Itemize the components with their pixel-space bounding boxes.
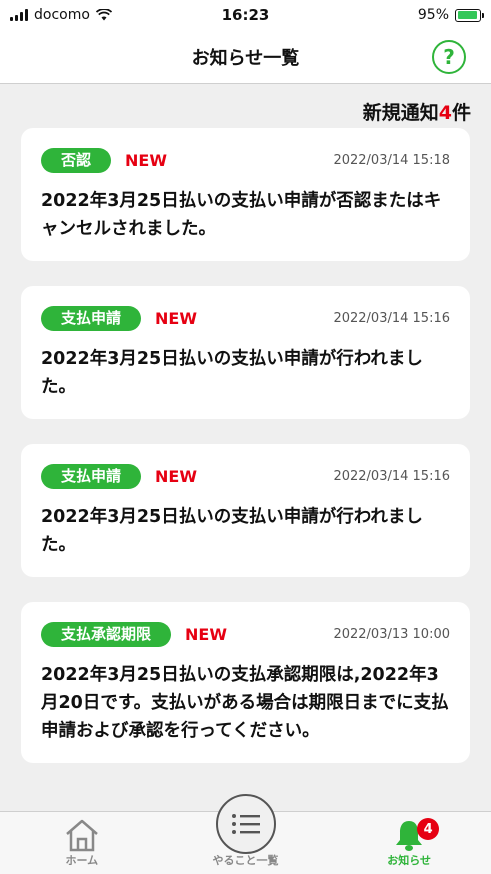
- new-count-suffix: 件: [451, 102, 471, 124]
- notification-card[interactable]: 支払申請 NEW 2022/03/14 15:16 2022年3月25日払いの支…: [21, 444, 470, 577]
- new-count-prefix: 新規通知: [362, 102, 439, 124]
- notification-header: 支払申請 NEW 2022/03/14 15:16: [41, 464, 450, 489]
- clock: 16:23: [221, 6, 270, 24]
- timestamp: 2022/03/13 10:00: [333, 627, 450, 642]
- timestamp: 2022/03/14 15:16: [333, 469, 450, 484]
- tab-bar: ホーム やること一覧 4 お知らせ: [0, 794, 491, 874]
- tab-notices-label: お知らせ: [387, 854, 432, 867]
- notification-header: 支払申請 NEW 2022/03/14 15:16: [41, 306, 450, 331]
- notification-message: 2022年3月25日払いの支払い申請が行われました。: [41, 507, 423, 555]
- new-label: NEW: [125, 151, 167, 170]
- new-count-number: 4: [438, 102, 452, 124]
- status-bar: docomo 16:23 95%: [0, 0, 491, 30]
- new-label: NEW: [155, 309, 197, 328]
- tab-home-label: ホーム: [65, 854, 99, 867]
- tab-home[interactable]: ホーム: [0, 812, 164, 874]
- new-label: NEW: [185, 625, 227, 644]
- wifi-icon: [95, 9, 112, 21]
- category-badge: 否認: [41, 148, 112, 173]
- home-icon: [66, 819, 98, 852]
- list-icon: [231, 814, 260, 834]
- timestamp: 2022/03/14 15:16: [333, 311, 450, 326]
- category-badge: 支払申請: [41, 464, 142, 489]
- notification-message: 2022年3月25日払いの支払い申請が否認またはキャンセルされました。: [41, 191, 442, 239]
- notification-count-badge: 4: [417, 818, 440, 840]
- new-count-line: 新規通知4件: [0, 84, 491, 128]
- help-button[interactable]: ?: [432, 40, 466, 74]
- category-badge: 支払申請: [41, 306, 142, 331]
- notification-message: 2022年3月25日払いの支払承認期限は,2022年3月20日です。支払いがある…: [41, 665, 449, 741]
- status-right: 95%: [331, 7, 484, 23]
- help-icon: ?: [443, 45, 455, 69]
- new-label: NEW: [155, 467, 197, 486]
- notification-header: 否認 NEW 2022/03/14 15:18: [41, 148, 450, 173]
- signal-icon: [10, 9, 28, 21]
- status-left: docomo: [10, 7, 160, 23]
- notification-card[interactable]: 否認 NEW 2022/03/14 15:18 2022年3月25日払いの支払い…: [21, 128, 470, 261]
- notification-card[interactable]: 支払承認期限 NEW 2022/03/13 10:00 2022年3月25日払い…: [21, 602, 470, 763]
- timestamp: 2022/03/14 15:18: [333, 153, 450, 168]
- header: お知らせ一覧 ?: [0, 30, 491, 84]
- battery-icon: [455, 8, 484, 22]
- tab-notices[interactable]: 4 お知らせ: [327, 812, 491, 874]
- battery-percent: 95%: [417, 7, 449, 23]
- todo-list-button[interactable]: [215, 794, 276, 854]
- carrier-label: docomo: [34, 7, 90, 23]
- notification-message: 2022年3月25日払いの支払い申請が行われました。: [41, 349, 423, 397]
- notification-list: 否認 NEW 2022/03/14 15:18 2022年3月25日払いの支払い…: [0, 128, 491, 763]
- page-title: お知らせ一覧: [191, 47, 300, 69]
- notification-card[interactable]: 支払申請 NEW 2022/03/14 15:16 2022年3月25日払いの支…: [21, 286, 470, 419]
- notification-header: 支払承認期限 NEW 2022/03/13 10:00: [41, 622, 450, 647]
- tab-todo[interactable]: やること一覧: [164, 794, 328, 874]
- category-badge: 支払承認期限: [41, 622, 172, 647]
- battery-fill: [457, 11, 478, 19]
- tab-todo-label: やること一覧: [212, 854, 279, 867]
